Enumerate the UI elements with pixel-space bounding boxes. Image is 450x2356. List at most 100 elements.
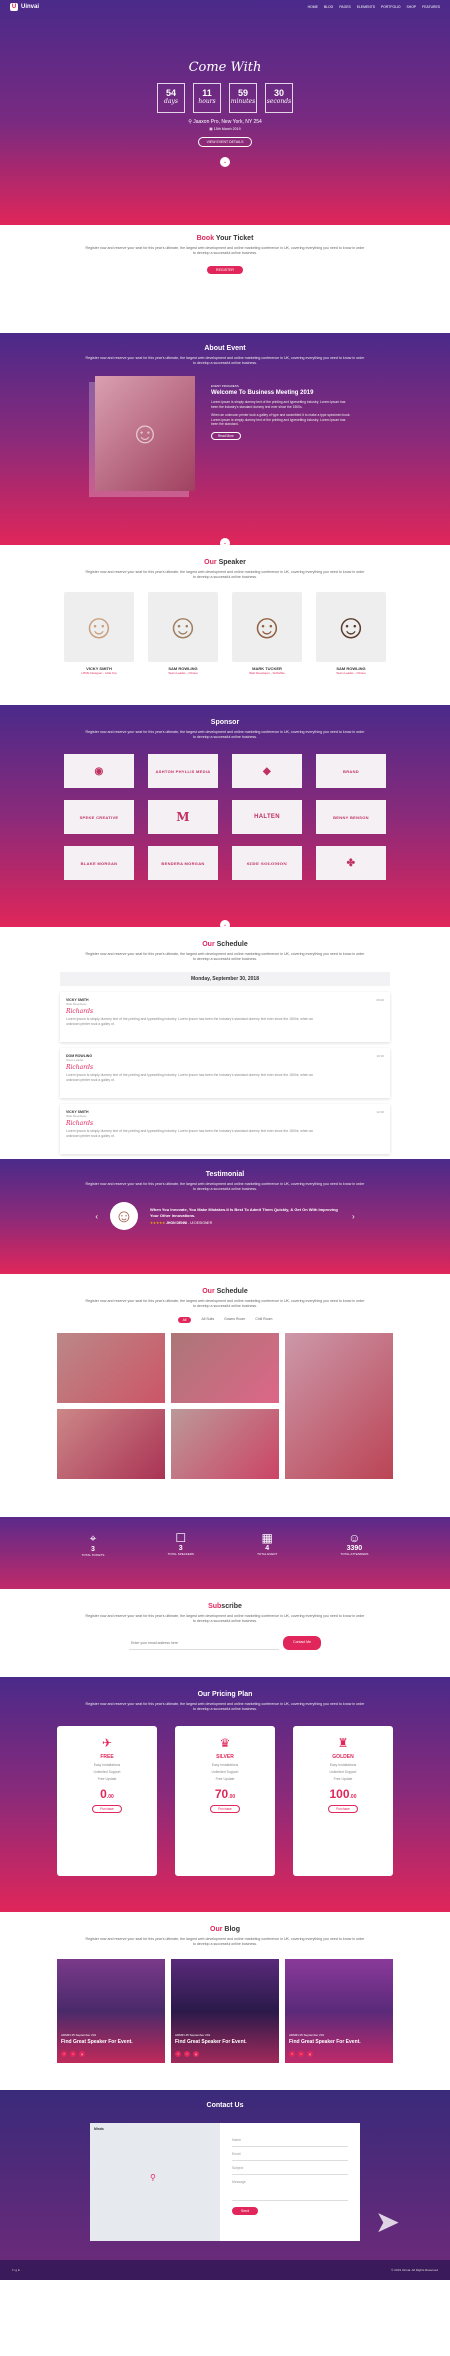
facebook-icon[interactable]: f (289, 2051, 295, 2057)
google-icon[interactable]: g (307, 2051, 313, 2057)
countdown-seconds: 30 seconds (265, 83, 293, 113)
map[interactable]: Minds ⚲ (90, 2123, 220, 2241)
nav-item-elements[interactable]: ELEMENTS (357, 5, 375, 9)
nav-item-shop[interactable]: SHOP (407, 5, 417, 9)
avatar: ☺ (232, 592, 302, 662)
sponsor-logo[interactable]: ASHTON PHYLLIS MEDIA (148, 754, 218, 788)
scroll-down-icon[interactable]: ⌄ (220, 157, 230, 167)
stats-section: ⌖ 3 TOTAL TICKETS ☐ 3 TOTAL SPEAKERS ▦ 4 TOTAL… (0, 1517, 450, 1589)
sponsor-logo[interactable]: BENNY BENSON (316, 800, 386, 834)
user-icon: ☺ (348, 1531, 361, 1545)
nav-item-features[interactable]: FEATURES (422, 5, 440, 9)
sponsor-logo[interactable]: HALTEN (232, 800, 302, 834)
sponsor-logo[interactable]: ◉ (64, 754, 134, 788)
speakers-section: Our Speaker Register now and reserve you… (0, 545, 450, 705)
speaker-card[interactable]: ☺ SAM ROWLING Team Leader - Ozione (316, 592, 386, 675)
facebook-icon[interactable]: f (175, 2051, 181, 2057)
subject-field[interactable]: Subject (232, 2161, 348, 2175)
purchase-button[interactable]: Purchase (328, 1805, 358, 1813)
sponsor-logo[interactable]: SPEKE CREATIVE (64, 800, 134, 834)
about-heading: Welcome To Business Meeting 2019 (211, 390, 314, 396)
google-icon[interactable]: g (79, 2051, 85, 2057)
schedule-day: Monday, September 30, 2018 (60, 972, 390, 986)
read-more-button[interactable]: Read More (211, 431, 241, 440)
gallery-image[interactable] (57, 1333, 165, 1403)
filter-chill-room[interactable]: Chill Room (255, 1317, 272, 1323)
contact-form: Name Email Subject Message Send (220, 2123, 360, 2241)
subscribe-section: Subscribe Register now and reserve your … (0, 1589, 450, 1677)
footer-social: f t g in (12, 2268, 21, 2272)
avatar: ☺ (64, 592, 134, 662)
purchase-button[interactable]: Purchase (210, 1805, 240, 1813)
countdown-minutes: 59 minutes (229, 83, 257, 113)
sponsor-logo[interactable]: BLAKE MORGAN (64, 846, 134, 880)
footer-copyright: © 2019 Uinvai. All Rights Reserved (391, 2268, 438, 2272)
map-label: Minds (94, 2127, 104, 2131)
blog-card[interactable]: ADMIN 25 September 201 Find Great Speaker… (285, 1959, 393, 2063)
hero-section: Come With 54 days 11 hours 59 minutes 30 sec… (0, 0, 450, 225)
contact-title: Contact Us (206, 2102, 244, 2109)
message-field[interactable]: Message (232, 2175, 348, 2201)
testimonial-intro: Register now and reserve your seat for t… (85, 1182, 365, 1191)
paper-plane-icon: ➤ (374, 2206, 400, 2239)
sponsor-logo[interactable]: SIDE SOLOMON (232, 846, 302, 880)
scroll-down-icon[interactable]: ⌄ (220, 538, 230, 545)
gallery-image[interactable] (285, 1333, 393, 1479)
name-field[interactable]: Name (232, 2133, 348, 2147)
blog-card[interactable]: ADMIN 25 September 201 Find Great Speaker… (57, 1959, 165, 2063)
price-card-free: ✈ FREE Easy Installations Unlimited Support… (57, 1726, 157, 1876)
ticket-icon: ⌖ (89, 1531, 97, 1545)
facebook-icon[interactable]: f (61, 2051, 67, 2057)
filter-all[interactable]: All (177, 1317, 192, 1323)
blog-card[interactable]: ADMIN 25 September 201 Find Great Speaker… (171, 1959, 279, 2063)
testimonial-title: Testimonial (205, 1171, 245, 1178)
nav-item-portfolio[interactable]: PORTFOLIO (381, 5, 401, 9)
filter-all-suits[interactable]: All Suits (201, 1317, 214, 1323)
scroll-down-icon[interactable]: ⌄ (220, 920, 230, 927)
sponsor-logo[interactable]: BRAND (316, 754, 386, 788)
pricing-section: Our Pricing Plan Register now and reserv… (0, 1677, 450, 1912)
sponsor-logo[interactable]: BENDERA MORGAN (148, 846, 218, 880)
filter-gowns-room[interactable]: Gowns Room (224, 1317, 245, 1323)
gallery-image[interactable] (171, 1333, 279, 1403)
book-ticket-intro: Register now and reserve your seat for t… (85, 246, 365, 255)
send-button[interactable]: Send (232, 2207, 259, 2215)
nav-item-blog[interactable]: BLOG (324, 5, 333, 9)
gallery-image[interactable] (171, 1409, 279, 1479)
email-field[interactable] (129, 1636, 280, 1650)
sponsor-logo[interactable]: ◆ (232, 754, 302, 788)
subscribe-button[interactable]: Contact Me (283, 1636, 321, 1650)
purchase-button[interactable]: Purchase (92, 1805, 122, 1813)
nav-item-home[interactable]: HOME (308, 5, 318, 9)
footer: f t g in © 2019 Uinvai. All Rights Reser… (0, 2260, 450, 2280)
logo[interactable]: U Uinvai (10, 3, 39, 11)
hero-title: Come With (188, 60, 262, 75)
schedule-section: Our Schedule Register now and reserve yo… (0, 927, 450, 1159)
arrow-left-icon[interactable]: ‹ (95, 1212, 98, 1221)
nav-item-pages[interactable]: PAGES (339, 5, 350, 9)
google-icon[interactable]: g (193, 2051, 199, 2057)
castle-icon: ♜ (337, 1736, 349, 1750)
twitter-icon[interactable]: t (298, 2051, 304, 2057)
view-event-details-button[interactable]: VIEW EVENT DETAILS (197, 137, 253, 147)
logo-icon: U (10, 3, 18, 11)
sponsor-logo[interactable]: ✤ (316, 846, 386, 880)
register-button[interactable]: REGISTER (207, 266, 243, 274)
crown-icon: ♛ (219, 1736, 231, 1750)
stat-speakers: ☐ 3 TOTAL SPEAKERS (167, 1531, 194, 1556)
twitter-icon[interactable]: t (184, 2051, 190, 2057)
sponsor-logo[interactable]: M (148, 800, 218, 834)
speaker-card[interactable]: ☺ SAM ROWLING Team Leader - Ozione (148, 592, 218, 675)
testimonial-quote: When You Innovate, You Make Mistakes.It … (150, 1207, 338, 1218)
speaker-card[interactable]: ☺ MARK TUCKER Web Developer - Softwhite (232, 592, 302, 675)
contact-panel: Minds ⚲ Name Email Subject Message Send (90, 2123, 360, 2241)
speaker-card[interactable]: ☺ VICKY SMITH HTML Designer - Little Kip (64, 592, 134, 675)
countdown-hours: 11 hours (193, 83, 221, 113)
arrow-right-icon[interactable]: › (352, 1212, 355, 1221)
email-field[interactable]: Email (232, 2147, 348, 2161)
about-section: About Event Register now and reserve you… (0, 333, 450, 545)
twitter-icon[interactable]: t (70, 2051, 76, 2057)
gallery-image[interactable] (57, 1409, 165, 1479)
event-location: ⚲ Jaaxon Pro, New York, NY 254 (188, 119, 262, 125)
gallery-intro: Register now and reserve your seat for t… (85, 1299, 365, 1308)
